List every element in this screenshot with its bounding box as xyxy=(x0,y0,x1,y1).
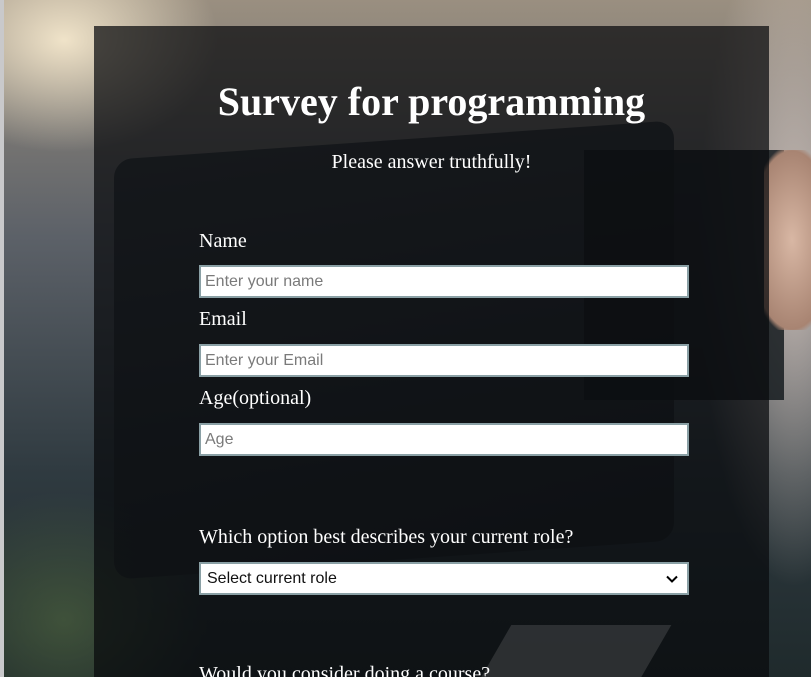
chevron-down-icon xyxy=(666,575,678,583)
age-input[interactable] xyxy=(199,423,689,456)
name-input[interactable] xyxy=(199,265,689,298)
page-description: Please answer truthfully! xyxy=(331,151,532,173)
email-input[interactable] xyxy=(199,344,689,377)
role-select-value: Select current role xyxy=(207,569,337,587)
name-label: Name xyxy=(199,230,247,252)
email-label: Email xyxy=(199,308,247,330)
background-person xyxy=(764,150,811,330)
role-select[interactable]: Select current role xyxy=(199,562,689,595)
page-title: Survey for programming xyxy=(217,79,646,124)
course-label: Would you consider doing a course? xyxy=(199,663,491,677)
role-label: Which option best describes your current… xyxy=(199,526,574,548)
age-label: Age(optional) xyxy=(199,387,312,409)
